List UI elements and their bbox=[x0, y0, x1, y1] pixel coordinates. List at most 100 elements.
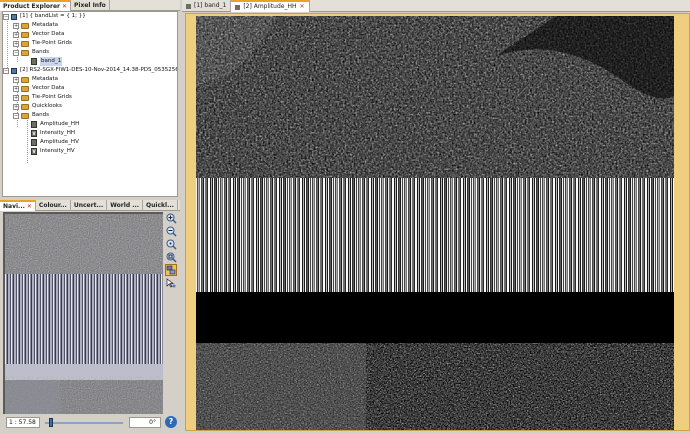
tab-world-view[interactable]: World ... bbox=[107, 200, 144, 211]
collapse-icon[interactable]: − bbox=[3, 13, 9, 20]
tree-item-bands[interactable]: − Bands bbox=[13, 48, 49, 57]
tab-label: [2] Amplitude_HH bbox=[243, 3, 297, 10]
zoom-slider-thumb[interactable] bbox=[49, 418, 54, 427]
tab-product-explorer[interactable]: Product Explorer ✕ bbox=[0, 0, 72, 11]
tab-product-explorer-label: Product Explorer bbox=[3, 3, 60, 10]
tab-label: Quickl... bbox=[146, 202, 174, 209]
sync-cursor-icon[interactable] bbox=[165, 277, 177, 289]
sync-views-icon[interactable] bbox=[165, 264, 177, 276]
product-2-title: [2] RS2-SGX-FIW1-DES-10-Nov-2014_14.38-P… bbox=[20, 67, 178, 73]
zoom-all-icon[interactable] bbox=[165, 251, 177, 263]
top-left-tabbar: Product Explorer ✕ Pixel Info bbox=[0, 0, 180, 11]
band-icon bbox=[31, 58, 37, 65]
tree-item-label: Tie-Point Grids bbox=[32, 94, 72, 100]
band-icon bbox=[31, 121, 37, 128]
virtual-band-icon: V bbox=[31, 148, 37, 155]
band-icon bbox=[31, 139, 37, 146]
tree-item-label: Amplitude_HV bbox=[40, 139, 79, 145]
folder-icon bbox=[21, 103, 29, 110]
tree-band-band-1[interactable]: band_1 bbox=[31, 57, 63, 66]
expand-icon[interactable]: + bbox=[13, 22, 19, 29]
tree-item-label: Metadata bbox=[32, 76, 59, 82]
tab-quicklooks[interactable]: Quickl... bbox=[143, 200, 178, 211]
tab-label: Colour... bbox=[38, 202, 67, 209]
tree-item-bands[interactable]: − Bands bbox=[13, 111, 49, 120]
folder-icon bbox=[21, 112, 29, 119]
product-1-title: [1] { bandList = { 1; }} bbox=[20, 13, 86, 19]
band-icon bbox=[235, 4, 241, 10]
image-view-tabbar: [1] band_1 [2] Amplitude_HH ✕ bbox=[182, 0, 690, 12]
zoom-slider-track[interactable] bbox=[45, 422, 123, 424]
rotation-angle-field[interactable]: 0° bbox=[129, 417, 161, 428]
collapse-icon[interactable]: − bbox=[13, 112, 19, 119]
folder-icon bbox=[21, 49, 29, 56]
tree-product-2[interactable]: − [2] RS2-SGX-FIW1-DES-10-Nov-2014_14.38… bbox=[3, 66, 178, 75]
tree-item-quicklooks[interactable]: + Quicklooks bbox=[13, 102, 62, 111]
app-window: Product Explorer ✕ Pixel Info − [1] { ban… bbox=[0, 0, 690, 434]
product-icon bbox=[11, 67, 17, 74]
tree-item-label: Tie-Point Grids bbox=[32, 40, 72, 46]
expand-icon[interactable]: + bbox=[13, 85, 19, 92]
expand-icon[interactable]: + bbox=[13, 94, 19, 101]
bottom-left-tabbar: Navi... ✕ Colour... Uncert... World ... Q… bbox=[0, 200, 180, 211]
product-icon bbox=[11, 13, 17, 20]
close-icon[interactable]: ✕ bbox=[300, 2, 305, 12]
close-icon[interactable]: ✕ bbox=[62, 3, 67, 10]
tab-amplitude-hh[interactable]: [2] Amplitude_HH ✕ bbox=[231, 0, 310, 12]
tree-band-amplitude-hh[interactable]: Amplitude_HH bbox=[31, 120, 79, 129]
tab-band-1[interactable]: [1] band_1 bbox=[182, 0, 232, 12]
help-icon[interactable]: ? bbox=[165, 416, 177, 428]
collapse-icon[interactable]: − bbox=[3, 67, 9, 74]
tab-uncertainty[interactable]: Uncert... bbox=[71, 200, 108, 211]
folder-icon bbox=[21, 76, 29, 83]
tree-product-1[interactable]: − [1] { bandList = { 1; }} bbox=[3, 12, 86, 21]
tree-line bbox=[7, 21, 8, 72]
navigation-status-bar: 1 : 57.58 0° ? bbox=[3, 416, 178, 430]
expand-icon[interactable]: + bbox=[13, 76, 19, 83]
tree-item-tie-point-grids[interactable]: + Tie-Point Grids bbox=[13, 39, 72, 48]
tab-label: [1] band_1 bbox=[194, 2, 227, 9]
tree-item-tie-point-grids[interactable]: + Tie-Point Grids bbox=[13, 93, 72, 102]
tree-item-metadata[interactable]: + Metadata bbox=[13, 21, 58, 30]
tab-pixel-info-label: Pixel Info bbox=[74, 2, 106, 9]
tree-band-intensity-hv[interactable]: V Intensity_HV bbox=[31, 147, 75, 156]
virtual-band-icon: V bbox=[31, 130, 37, 137]
tab-label: World ... bbox=[110, 202, 140, 209]
band-icon bbox=[186, 3, 191, 9]
tree-item-vector-data[interactable]: + Vector Data bbox=[13, 30, 64, 39]
folder-icon bbox=[21, 94, 29, 101]
expand-icon[interactable]: + bbox=[13, 40, 19, 47]
tab-colour-manipulation[interactable]: Colour... bbox=[36, 200, 71, 211]
zoom-out-icon[interactable] bbox=[165, 225, 177, 237]
product-tree[interactable]: − [1] { bandList = { 1; }} + Metadata + … bbox=[2, 11, 178, 197]
folder-icon bbox=[21, 85, 29, 92]
expand-icon[interactable]: + bbox=[13, 103, 19, 110]
folder-icon bbox=[21, 40, 29, 47]
tree-item-label: Bands bbox=[32, 49, 49, 55]
tree-item-label: Amplitude_HH bbox=[40, 121, 80, 127]
tree-item-label: Vector Data bbox=[32, 85, 65, 91]
zoom-actual-icon[interactable] bbox=[165, 238, 177, 250]
navigation-thumbnail[interactable] bbox=[5, 214, 163, 414]
close-icon[interactable]: ✕ bbox=[27, 203, 32, 210]
sar-image-canvas[interactable] bbox=[196, 16, 674, 430]
tree-item-vector-data[interactable]: + Vector Data bbox=[13, 84, 64, 93]
tree-item-label: Quicklooks bbox=[32, 103, 62, 109]
tree-item-label: Intensity_HV bbox=[40, 148, 75, 154]
collapse-icon[interactable]: − bbox=[13, 49, 19, 56]
tree-band-amplitude-hv[interactable]: Amplitude_HV bbox=[31, 138, 79, 147]
tree-item-label: Intensity_HH bbox=[40, 130, 75, 136]
expand-icon[interactable]: + bbox=[13, 31, 19, 38]
folder-icon bbox=[21, 31, 29, 38]
tab-navigation[interactable]: Navi... ✕ bbox=[0, 200, 36, 211]
zoom-factor-field[interactable]: 1 : 57.58 bbox=[6, 417, 40, 428]
tree-item-metadata[interactable]: + Metadata bbox=[13, 75, 58, 84]
tree-item-label: Metadata bbox=[32, 22, 59, 28]
tree-band-intensity-hh[interactable]: V Intensity_HH bbox=[31, 129, 75, 138]
tree-item-label: band_1 bbox=[40, 57, 63, 66]
tab-label: Uncert... bbox=[73, 202, 104, 209]
tree-item-label: Bands bbox=[32, 112, 49, 118]
zoom-in-icon[interactable] bbox=[165, 212, 177, 224]
tab-pixel-info[interactable]: Pixel Info bbox=[71, 0, 110, 11]
tree-line bbox=[27, 120, 28, 163]
